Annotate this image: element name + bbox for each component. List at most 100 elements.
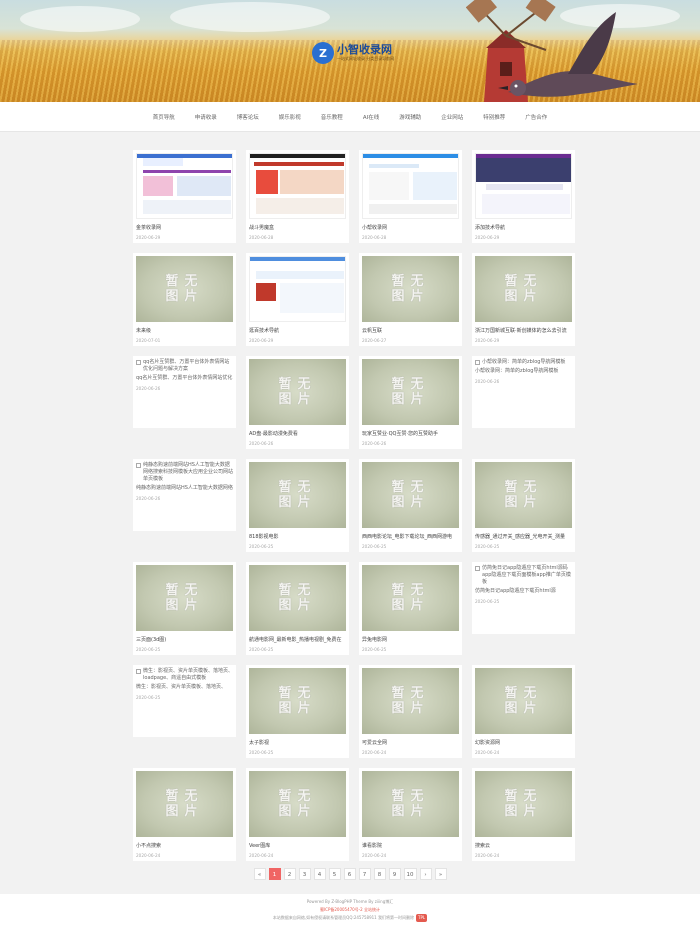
page-button[interactable]: 10 <box>403 868 417 880</box>
site-card[interactable]: 暂无 图片 幻影资源网 2020-06-24 <box>472 665 575 758</box>
no-image-placeholder[interactable]: 暂无 图片 <box>475 256 572 322</box>
card-title[interactable]: 逛百技术导航 <box>249 327 346 334</box>
no-image-placeholder[interactable]: 暂无 图片 <box>362 256 459 322</box>
card-title[interactable]: 818影视电影 <box>249 533 346 540</box>
site-card[interactable]: 微生：影视页、资片单页模板、落地页、loadpage、商遥自由式模板 微生：影视页… <box>133 665 236 737</box>
card-title[interactable]: 云帆互联 <box>362 327 459 334</box>
site-thumbnail[interactable] <box>249 256 346 322</box>
page-button[interactable]: 2 <box>283 868 296 880</box>
no-image-placeholder[interactable]: 暂无 图片 <box>249 565 346 631</box>
no-image-placeholder[interactable]: 暂无 图片 <box>136 565 233 631</box>
site-card[interactable]: 暂无 图片 Veer图库 2020-06-24 <box>246 768 349 861</box>
card-title[interactable]: 小不点搜索 <box>136 842 233 849</box>
site-logo[interactable]: Z 小智收录网 一站式网址收录 分类目录导航网 <box>312 40 404 66</box>
page-button[interactable]: 8 <box>373 868 386 880</box>
card-title[interactable]: 可爱云全网 <box>362 739 459 746</box>
site-thumbnail[interactable] <box>249 153 346 219</box>
card-title[interactable]: 三页面(3d图) <box>136 636 233 643</box>
no-image-placeholder[interactable]: 暂无 图片 <box>249 462 346 528</box>
page-button[interactable]: 7 <box>358 868 371 880</box>
card-title[interactable]: 浙江万国新城互联·新创媒体的怎么去引流 <box>475 327 572 334</box>
nav-item[interactable]: 博客论坛 <box>237 113 259 121</box>
nav-item[interactable]: 音乐教程 <box>321 113 343 121</box>
site-card[interactable]: 暂无 图片 818影视电影 2020-06-25 <box>246 459 349 552</box>
no-image-placeholder[interactable]: 暂无 图片 <box>136 771 233 837</box>
broken-image-alt[interactable]: 仿简免日记app隐遁应下载页html源码app隐遁应下载页面模板app推广单页模… <box>475 565 572 586</box>
site-card[interactable]: 纯静态购速前端网站HS人工智能大数据网络搜索科技网模板大应用企业公司网站单页模板… <box>133 459 236 531</box>
site-card[interactable]: 暂无 图片 小不点搜索 2020-06-24 <box>133 768 236 861</box>
card-title[interactable]: 搜索云 <box>475 842 572 849</box>
page-button[interactable]: 1 <box>268 868 281 880</box>
page-button[interactable]: » <box>434 868 447 880</box>
card-title[interactable]: 幻影资源网 <box>475 739 572 746</box>
broken-image-alt[interactable]: 纯静态购速前端网站HS人工智能大数据网络搜索科技网模板大应用企业公司网站单页模板 <box>136 462 233 483</box>
nav-item[interactable]: 广告合作 <box>525 113 547 121</box>
site-card[interactable]: 小帮收录网 2020-06-28 <box>359 150 462 243</box>
nav-item[interactable]: 企业网站 <box>441 113 463 121</box>
card-title[interactable]: 小帮收录网 <box>362 224 459 231</box>
site-card[interactable]: 暂无 图片 航通电影网_最新电影_热播电视剧_免费在 2020-06-25 <box>246 562 349 655</box>
card-title[interactable]: 西西电影论坛_电影下载论坛_西西网游电 <box>362 533 459 540</box>
no-image-placeholder[interactable]: 暂无 图片 <box>362 668 459 734</box>
page-button[interactable]: « <box>253 868 266 880</box>
page-button[interactable]: 6 <box>343 868 356 880</box>
card-title[interactable]: 谁看影院 <box>362 842 459 849</box>
card-title[interactable]: Veer图库 <box>249 842 346 849</box>
site-card[interactable]: 暂无 图片 可爱云全网 2020-06-24 <box>359 665 462 758</box>
nav-item[interactable]: 申请收录 <box>195 113 217 121</box>
site-card[interactable]: 暂无 图片 异兔电影网 2020-06-25 <box>359 562 462 655</box>
no-image-placeholder[interactable]: 暂无 图片 <box>249 668 346 734</box>
site-card[interactable]: 逛百技术导航 2020-06-29 <box>246 253 349 346</box>
site-card[interactable]: 暂无 图片 浙江万国新城互联·新创媒体的怎么去引流 2020-06-29 <box>472 253 575 346</box>
no-image-placeholder[interactable]: 暂无 图片 <box>362 462 459 528</box>
site-card[interactable]: qq名片互赞群、万置平台体外表情网站优化问题与解决方案 qq名片互赞群、万置平台体… <box>133 356 236 428</box>
site-card[interactable]: 暂无 图片 传感器_通过开关_感应器_光电开关_测量 2020-06-25 <box>472 459 575 552</box>
card-title[interactable]: 玩家互赞业·QQ互赞·您的互赞助手 <box>362 430 459 437</box>
site-card[interactable]: 添加技术导航 2020-06-29 <box>472 150 575 243</box>
broken-image-alt[interactable]: 微生：影视页、资片单页模板、落地页、loadpage、商遥自由式模板 <box>136 668 233 682</box>
page-button[interactable]: 3 <box>298 868 311 880</box>
site-card[interactable]: 暂无 图片 太子影视 2020-06-25 <box>246 665 349 758</box>
site-card[interactable]: 暂无 图片 搜索云 2020-06-24 <box>472 768 575 861</box>
no-image-placeholder[interactable]: 暂无 图片 <box>475 771 572 837</box>
nav-item[interactable]: 游戏辅助 <box>399 113 421 121</box>
card-title[interactable]: 战斗男魔盒 <box>249 224 346 231</box>
site-thumbnail[interactable] <box>475 153 572 219</box>
card-title[interactable]: 金茶收录网 <box>136 224 233 231</box>
card-title[interactable]: 添加技术导航 <box>475 224 572 231</box>
nav-item[interactable]: AI在线 <box>363 113 379 121</box>
site-card[interactable]: 暂无 图片 三页面(3d图) 2020-06-25 <box>133 562 236 655</box>
site-card[interactable]: 暂无 图片 AD盘·最影动漫免费看 2020-06-26 <box>246 356 349 449</box>
card-title[interactable]: 异兔电影网 <box>362 636 459 643</box>
broken-image-alt[interactable]: qq名片互赞群、万置平台体外表情网站优化问题与解决方案 <box>136 359 233 373</box>
no-image-placeholder[interactable]: 暂无 图片 <box>475 668 572 734</box>
site-card[interactable]: 暂无 图片 玩家互赞业·QQ互赞·您的互赞助手 2020-06-26 <box>359 356 462 449</box>
nav-item[interactable]: 首页导航 <box>153 113 175 121</box>
site-card[interactable]: 暂无 图片 西西电影论坛_电影下载论坛_西西网游电 2020-06-25 <box>359 459 462 552</box>
no-image-placeholder[interactable]: 暂无 图片 <box>362 771 459 837</box>
site-card[interactable]: 金茶收录网 2020-06-29 <box>133 150 236 243</box>
broken-image-alt[interactable]: 小帮收录网：简单的zblog导航网模板 <box>475 359 572 366</box>
site-card[interactable]: 仿简免日记app隐遁应下载页html源码app隐遁应下载页面模板app推广单页模… <box>472 562 575 634</box>
site-card[interactable]: 暂无 图片 谁看影院 2020-06-24 <box>359 768 462 861</box>
nav-item[interactable]: 娱乐影视 <box>279 113 301 121</box>
site-card[interactable]: 暂无 图片 未来级 2020-07-01 <box>133 253 236 346</box>
footer-icp-link[interactable]: 蜀ICP备20005470号-2 全站统计 <box>0 906 700 914</box>
card-title[interactable]: 太子影视 <box>249 739 346 746</box>
page-button[interactable]: › <box>419 868 432 880</box>
nav-item[interactable]: 特别推荐 <box>483 113 505 121</box>
no-image-placeholder[interactable]: 暂无 图片 <box>475 462 572 528</box>
card-title[interactable]: AD盘·最影动漫免费看 <box>249 430 346 437</box>
card-title[interactable]: 航通电影网_最新电影_热播电视剧_免费在 <box>249 636 346 643</box>
site-card[interactable]: 战斗男魔盒 2020-06-28 <box>246 150 349 243</box>
page-button[interactable]: 9 <box>388 868 401 880</box>
no-image-placeholder[interactable]: 暂无 图片 <box>249 359 346 425</box>
site-card[interactable]: 暂无 图片 云帆互联 2020-06-27 <box>359 253 462 346</box>
card-title[interactable]: 未来级 <box>136 327 233 334</box>
page-button[interactable]: 5 <box>328 868 341 880</box>
card-title[interactable]: 传感器_通过开关_感应器_光电开关_测量 <box>475 533 572 540</box>
page-button[interactable]: 4 <box>313 868 326 880</box>
site-thumbnail[interactable] <box>362 153 459 219</box>
site-thumbnail[interactable] <box>136 153 233 219</box>
site-card[interactable]: 小帮收录网：简单的zblog导航网模板 小帮收录网：简单的zblog导航网模板 20… <box>472 356 575 428</box>
